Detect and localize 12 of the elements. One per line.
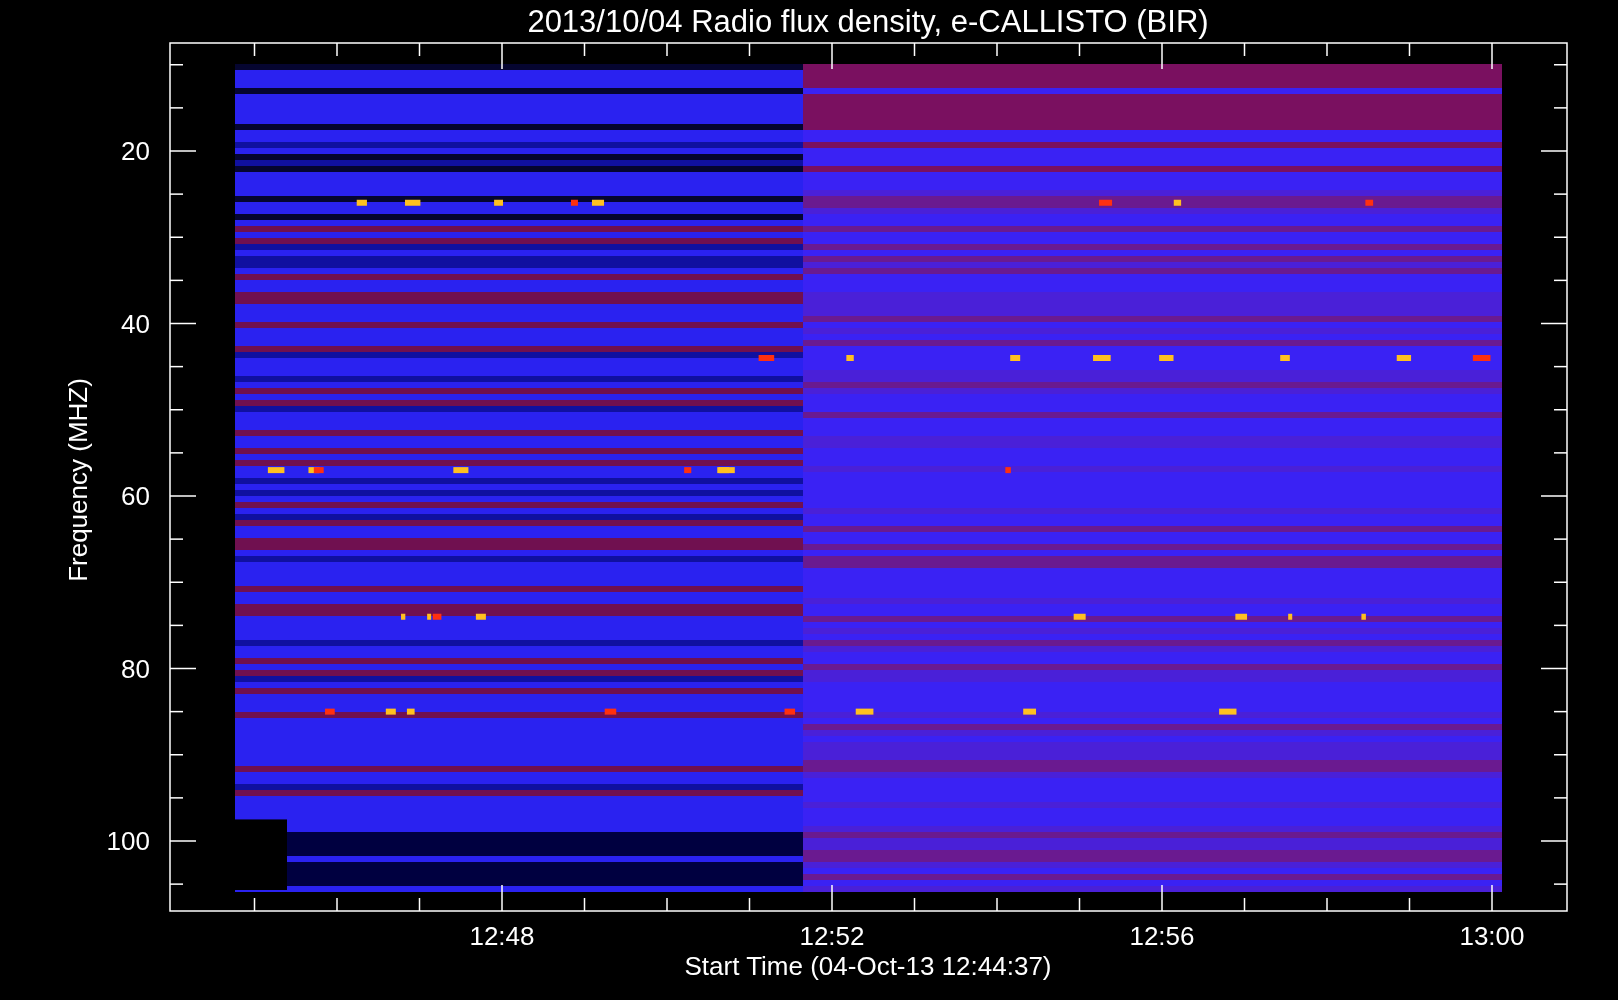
tick-label: 40 (121, 308, 150, 339)
tick-label: 12:56 (1129, 921, 1195, 951)
chart-title: 2013/10/04 Radio flux density, e-CALLISTO (BIR) (527, 4, 1209, 39)
tick-label: 12:48 (469, 921, 535, 951)
tick-label: 13:00 (1459, 921, 1525, 951)
tick-label: 100 (106, 826, 150, 856)
tick-label: 12:52 (799, 921, 865, 951)
axis-label: Frequency (MHZ) (63, 378, 93, 582)
tick-label: 20 (121, 136, 150, 166)
tick-label: 80 (121, 653, 150, 684)
tick-label: 60 (121, 481, 150, 511)
axis-label: Start Time (04-Oct-13 12:44:37) (684, 951, 1052, 981)
